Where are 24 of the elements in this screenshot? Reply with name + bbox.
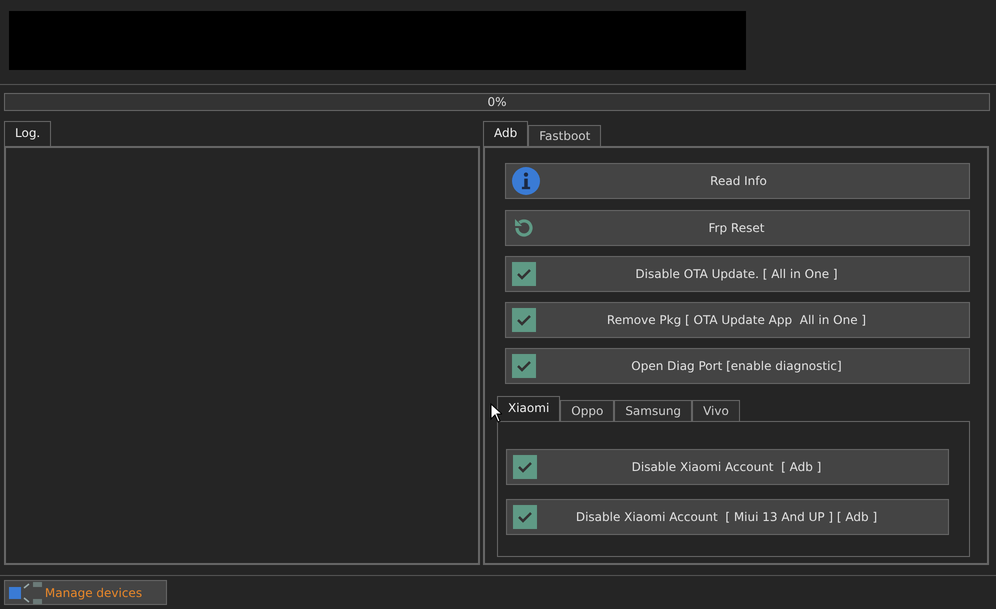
tab[interactable]: Xiaomi bbox=[497, 396, 560, 421]
action-button[interactable]: Disable OTA Update. [ All in One ] bbox=[505, 256, 970, 292]
cursor-icon bbox=[490, 403, 502, 423]
check-icon bbox=[513, 505, 537, 529]
action-button[interactable]: Frp Reset bbox=[505, 210, 970, 246]
tab[interactable]: Vivo bbox=[692, 400, 740, 421]
tab[interactable]: Fastboot bbox=[528, 125, 602, 146]
action-button[interactable]: Read Info bbox=[505, 163, 970, 199]
tab[interactable]: Log. bbox=[4, 121, 52, 146]
manage-devices-button[interactable]: Manage devices bbox=[4, 580, 167, 605]
action-button[interactable]: Disable Xiaomi Account [ Adb ] bbox=[506, 449, 949, 485]
check-icon bbox=[512, 354, 536, 378]
action-button[interactable]: Open Diag Port [enable diagnostic] bbox=[505, 348, 970, 384]
devices-icon bbox=[7, 582, 43, 604]
check-icon bbox=[512, 308, 536, 332]
check-icon bbox=[513, 455, 537, 479]
tab[interactable]: Oppo bbox=[560, 400, 614, 421]
action-button[interactable]: Remove Pkg [ OTA Update App All in One ] bbox=[505, 302, 970, 338]
tab[interactable]: Samsung bbox=[614, 400, 692, 421]
info-icon bbox=[512, 167, 540, 195]
check-icon bbox=[512, 262, 536, 286]
tab[interactable]: Adb bbox=[483, 121, 528, 146]
progress-text: 0% bbox=[487, 95, 507, 109]
action-button[interactable]: Disable Xiaomi Account [ Miui 13 And UP ] [ Adb ] bbox=[506, 499, 949, 535]
